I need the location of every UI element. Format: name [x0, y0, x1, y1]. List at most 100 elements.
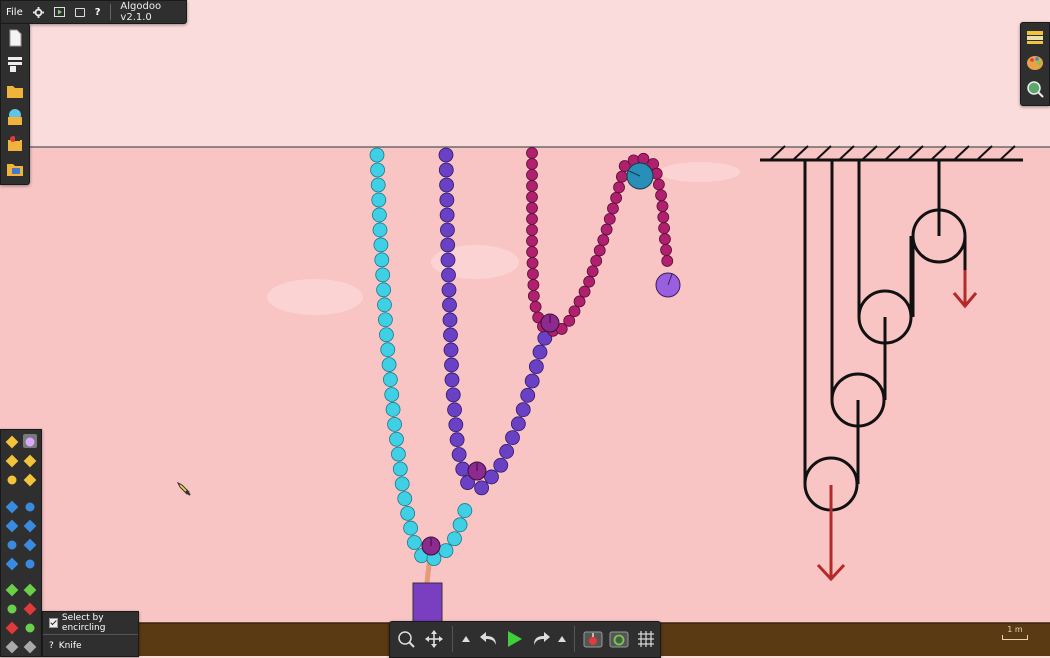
undo-dropdown-icon[interactable] — [460, 630, 472, 648]
chain-link-cyan[interactable] — [389, 431, 404, 447]
chain-link-cyan[interactable] — [373, 237, 389, 253]
chain-link-violet[interactable] — [524, 373, 540, 389]
chain-link-violet[interactable] — [439, 177, 454, 193]
scene-browser-icon[interactable] — [6, 108, 24, 126]
new-scene-icon[interactable] — [6, 29, 24, 47]
chain-link-cyan[interactable] — [371, 192, 387, 208]
spring-tool-icon[interactable] — [5, 582, 19, 597]
chain-link-magenta[interactable] — [586, 265, 599, 278]
help-icon[interactable]: ? — [90, 1, 106, 23]
palette-icon[interactable] — [1026, 54, 1044, 72]
chain-link-violet[interactable] — [520, 387, 536, 403]
gear-icon[interactable] — [28, 1, 49, 23]
chain-link-magenta[interactable] — [526, 158, 538, 170]
chain-link-cyan[interactable] — [403, 520, 419, 536]
chain-link-magenta[interactable] — [526, 180, 538, 192]
chain-link-magenta[interactable] — [563, 314, 576, 327]
window-icon[interactable] — [70, 1, 90, 23]
chain-link-magenta[interactable] — [659, 233, 671, 245]
polygon-tool-icon[interactable] — [23, 556, 37, 570]
chain-link-violet[interactable] — [474, 480, 490, 496]
air-friction-icon[interactable] — [608, 630, 630, 648]
chain-link-cyan[interactable] — [392, 461, 408, 477]
scene-canvas[interactable] — [0, 0, 1050, 656]
chain-link-violet[interactable] — [443, 342, 459, 358]
chain-link-cyan[interactable] — [369, 147, 385, 163]
thruster-tool-icon[interactable] — [5, 601, 19, 615]
tracer-tool-icon[interactable] — [5, 620, 19, 635]
chain-link-magenta[interactable] — [526, 147, 538, 159]
chain-link-cyan[interactable] — [400, 505, 416, 521]
rope-tool-icon[interactable] — [5, 499, 19, 514]
pen-tool-icon[interactable] — [23, 499, 37, 513]
algobox-icon[interactable] — [6, 134, 24, 152]
chain-link-magenta[interactable] — [526, 257, 539, 269]
chain-link-cyan[interactable] — [438, 543, 454, 559]
chain-link-violet[interactable] — [448, 417, 464, 433]
chain-link-magenta[interactable] — [527, 268, 539, 280]
chain-link-cyan[interactable] — [457, 503, 473, 518]
chain-link-cyan[interactable] — [370, 177, 386, 193]
chain-link-cyan[interactable] — [381, 357, 397, 373]
chain-link-violet[interactable] — [445, 387, 461, 403]
chain-link-magenta[interactable] — [603, 213, 616, 225]
zoom-icon[interactable] — [396, 630, 416, 648]
chain-link-violet[interactable] — [441, 267, 456, 283]
pan-icon[interactable] — [424, 630, 444, 648]
chain-link-violet[interactable] — [505, 430, 520, 446]
hinge-tool-icon[interactable] — [23, 582, 37, 597]
knife-tool-icon[interactable] — [23, 434, 37, 448]
chain-link-magenta[interactable] — [656, 200, 669, 213]
chain-link-violet[interactable] — [440, 252, 456, 268]
chain-link-violet[interactable] — [439, 192, 455, 208]
chain-link-magenta[interactable] — [527, 290, 540, 302]
box-tool-icon[interactable] — [5, 537, 19, 551]
chain-link-magenta[interactable] — [568, 305, 581, 318]
chain-link-violet[interactable] — [441, 282, 457, 298]
chain-link-magenta[interactable] — [610, 192, 623, 204]
chain-link-violet[interactable] — [528, 359, 544, 375]
chain-link-violet[interactable] — [440, 222, 455, 238]
chain-link-violet[interactable] — [455, 461, 471, 477]
chain-link-cyan[interactable] — [387, 416, 402, 432]
eraser-tool-icon[interactable] — [5, 639, 19, 654]
select-by-encircling-option[interactable]: Select by encircling — [43, 612, 138, 634]
sketch-tool-icon[interactable] — [5, 434, 19, 449]
chain-link-magenta[interactable] — [590, 254, 603, 267]
box[interactable] — [412, 582, 443, 624]
chain-link-magenta[interactable] — [652, 178, 665, 191]
chain-link-violet[interactable] — [510, 416, 526, 432]
chain-link-violet[interactable] — [438, 147, 454, 163]
visualization-icon[interactable] — [1026, 80, 1044, 98]
chain-link-cyan[interactable] — [370, 162, 385, 178]
chain-link-cyan[interactable] — [384, 387, 400, 402]
chain-link-magenta[interactable] — [526, 191, 538, 203]
chain-link-magenta[interactable] — [527, 279, 540, 291]
undo-icon[interactable] — [478, 630, 500, 648]
chain-link-magenta[interactable] — [529, 300, 542, 313]
chain-link-magenta[interactable] — [526, 169, 538, 181]
chain-link-violet[interactable] — [493, 457, 509, 473]
chain-link-magenta[interactable] — [657, 211, 670, 224]
chain-link-cyan[interactable] — [372, 222, 388, 238]
circle-tool-icon[interactable] — [23, 537, 37, 552]
chain-link-violet[interactable] — [451, 447, 467, 462]
open-folder-icon[interactable] — [6, 82, 24, 100]
chain-link-magenta[interactable] — [573, 295, 586, 308]
chain-link-magenta[interactable] — [526, 235, 538, 247]
chain-link-magenta[interactable] — [655, 189, 667, 202]
chain-link-violet[interactable] — [449, 432, 465, 448]
chain-link-magenta[interactable] — [597, 234, 610, 246]
chain-link-magenta[interactable] — [661, 255, 674, 267]
chain-link-cyan[interactable] — [452, 517, 468, 533]
play-icon[interactable] — [504, 630, 526, 648]
chain-link-cyan[interactable] — [406, 535, 422, 550]
move-tool-icon[interactable] — [5, 453, 19, 468]
chain-link-cyan[interactable] — [374, 252, 390, 268]
redo-dropdown-icon[interactable] — [556, 630, 568, 648]
chain-link-violet[interactable] — [444, 372, 460, 388]
play-scene-icon[interactable] — [49, 1, 70, 23]
chain-link-cyan[interactable] — [377, 297, 392, 313]
chain-link-magenta[interactable] — [526, 213, 538, 225]
chain-link-cyan[interactable] — [380, 342, 396, 358]
